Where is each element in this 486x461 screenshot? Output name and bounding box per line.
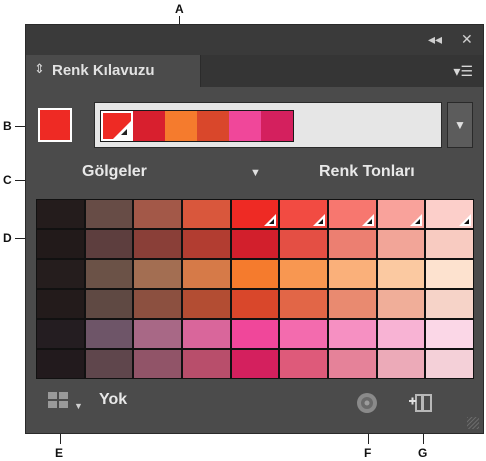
color-variation-grid	[36, 199, 474, 379]
variation-swatch[interactable]	[183, 260, 230, 288]
variation-swatch[interactable]	[329, 260, 376, 288]
harmony-swatch[interactable]	[133, 111, 165, 141]
variation-swatch[interactable]	[426, 230, 473, 258]
harmony-marker-icon	[264, 214, 277, 226]
variation-options-arrow-icon[interactable]: ▼	[250, 167, 261, 179]
variation-swatch[interactable]	[231, 320, 279, 348]
resize-grip-icon[interactable]	[467, 417, 479, 429]
variation-swatch[interactable]	[231, 290, 279, 318]
variation-swatch[interactable]	[37, 230, 84, 258]
harmony-swatch-active[interactable]	[101, 111, 133, 141]
variation-swatch[interactable]	[280, 200, 327, 228]
variation-swatch[interactable]	[231, 350, 279, 378]
variation-swatch[interactable]	[280, 230, 327, 258]
callout-c: C	[3, 173, 12, 187]
variation-swatch[interactable]	[37, 320, 84, 348]
callout-a: A	[175, 2, 184, 16]
harmony-swatch[interactable]	[165, 111, 197, 141]
variation-swatch[interactable]	[377, 260, 425, 288]
edit-colors-icon[interactable]	[356, 392, 378, 419]
variation-swatch[interactable]	[426, 350, 473, 378]
harmony-marker-icon	[312, 214, 325, 226]
harmony-swatch-group[interactable]	[100, 110, 294, 142]
variation-swatch[interactable]	[85, 290, 133, 318]
save-to-swatches-icon[interactable]	[407, 393, 433, 418]
variation-swatch[interactable]	[85, 260, 133, 288]
harmony-swatch[interactable]	[229, 111, 261, 141]
variation-swatch[interactable]	[377, 230, 425, 258]
double-arrow-left-icon[interactable]: ◂◂	[428, 31, 442, 48]
variation-swatch[interactable]	[426, 290, 473, 318]
variation-swatch[interactable]	[134, 260, 181, 288]
variation-swatch[interactable]	[134, 350, 181, 378]
color-guide-panel: ◂◂ ✕ ⇕ Renk Kılavuzu ▾☰ ▼ Gölgeler ▼ Ren…	[25, 24, 484, 434]
variation-swatch[interactable]	[329, 200, 376, 228]
swatch-group-limit-icon[interactable]	[48, 391, 70, 409]
base-color-swatch[interactable]	[38, 108, 72, 142]
callout-g: G	[418, 446, 428, 460]
variation-swatch[interactable]	[426, 200, 473, 228]
variation-swatch[interactable]	[183, 320, 230, 348]
variation-swatch[interactable]	[231, 230, 279, 258]
variation-swatch[interactable]	[329, 290, 376, 318]
callout-d: D	[3, 231, 12, 245]
base-color-marker-icon	[113, 121, 131, 139]
variation-swatch[interactable]	[280, 290, 327, 318]
tints-label: Renk Tonları	[319, 163, 415, 180]
harmony-swatch[interactable]	[197, 111, 229, 141]
variation-swatch[interactable]	[134, 320, 181, 348]
variation-swatch[interactable]	[329, 230, 376, 258]
callout-e: E	[55, 446, 64, 460]
tab-label: Renk Kılavuzu	[52, 62, 155, 79]
variation-swatch[interactable]	[183, 350, 230, 378]
variation-swatch[interactable]	[377, 320, 425, 348]
variation-swatch[interactable]	[329, 320, 376, 348]
panel-menu-icon[interactable]: ▾☰	[453, 63, 473, 80]
variation-swatch[interactable]	[377, 200, 425, 228]
harmony-rules-dropdown[interactable]: ▼	[447, 102, 473, 148]
variation-swatch[interactable]	[134, 290, 181, 318]
harmony-swatch[interactable]	[261, 111, 293, 141]
variation-swatch[interactable]	[85, 230, 133, 258]
variation-swatch[interactable]	[280, 260, 327, 288]
variation-swatch[interactable]	[37, 350, 84, 378]
harmony-colors-bar[interactable]	[94, 102, 442, 148]
variation-swatch[interactable]	[280, 350, 327, 378]
tab-color-guide[interactable]: ⇕ Renk Kılavuzu	[26, 55, 201, 87]
variation-swatch[interactable]	[134, 230, 181, 258]
variation-swatch[interactable]	[183, 230, 230, 258]
variation-swatch[interactable]	[37, 260, 84, 288]
updown-arrows-icon[interactable]: ⇕	[34, 61, 45, 77]
variation-swatch[interactable]	[377, 290, 425, 318]
variation-swatch[interactable]	[426, 320, 473, 348]
callout-b: B	[3, 119, 12, 133]
variation-swatch[interactable]	[37, 200, 84, 228]
variation-swatch[interactable]	[134, 200, 181, 228]
variation-swatch[interactable]	[280, 320, 327, 348]
shades-label: Gölgeler	[82, 163, 147, 180]
variation-limit-label: Yok	[99, 391, 128, 408]
panel-title-bar[interactable]: ◂◂ ✕	[26, 25, 483, 55]
variation-swatch[interactable]	[37, 290, 84, 318]
harmony-marker-icon	[458, 214, 471, 226]
variation-swatch[interactable]	[426, 260, 473, 288]
variation-swatch[interactable]	[85, 350, 133, 378]
variation-swatch[interactable]	[183, 290, 230, 318]
close-icon[interactable]: ✕	[461, 31, 473, 48]
variation-swatch[interactable]	[85, 200, 133, 228]
variation-swatch[interactable]	[377, 350, 425, 378]
harmony-marker-icon	[410, 214, 423, 226]
variation-swatch[interactable]	[85, 320, 133, 348]
tab-row: ⇕ Renk Kılavuzu ▾☰	[26, 55, 483, 87]
variation-swatch[interactable]	[183, 200, 230, 228]
callout-f: F	[364, 446, 372, 460]
variation-swatch[interactable]	[231, 260, 279, 288]
harmony-marker-icon	[361, 214, 374, 226]
variation-swatch[interactable]	[329, 350, 376, 378]
variation-swatch[interactable]	[231, 200, 279, 228]
limit-dropdown-arrow-icon[interactable]: ▼	[74, 401, 83, 411]
